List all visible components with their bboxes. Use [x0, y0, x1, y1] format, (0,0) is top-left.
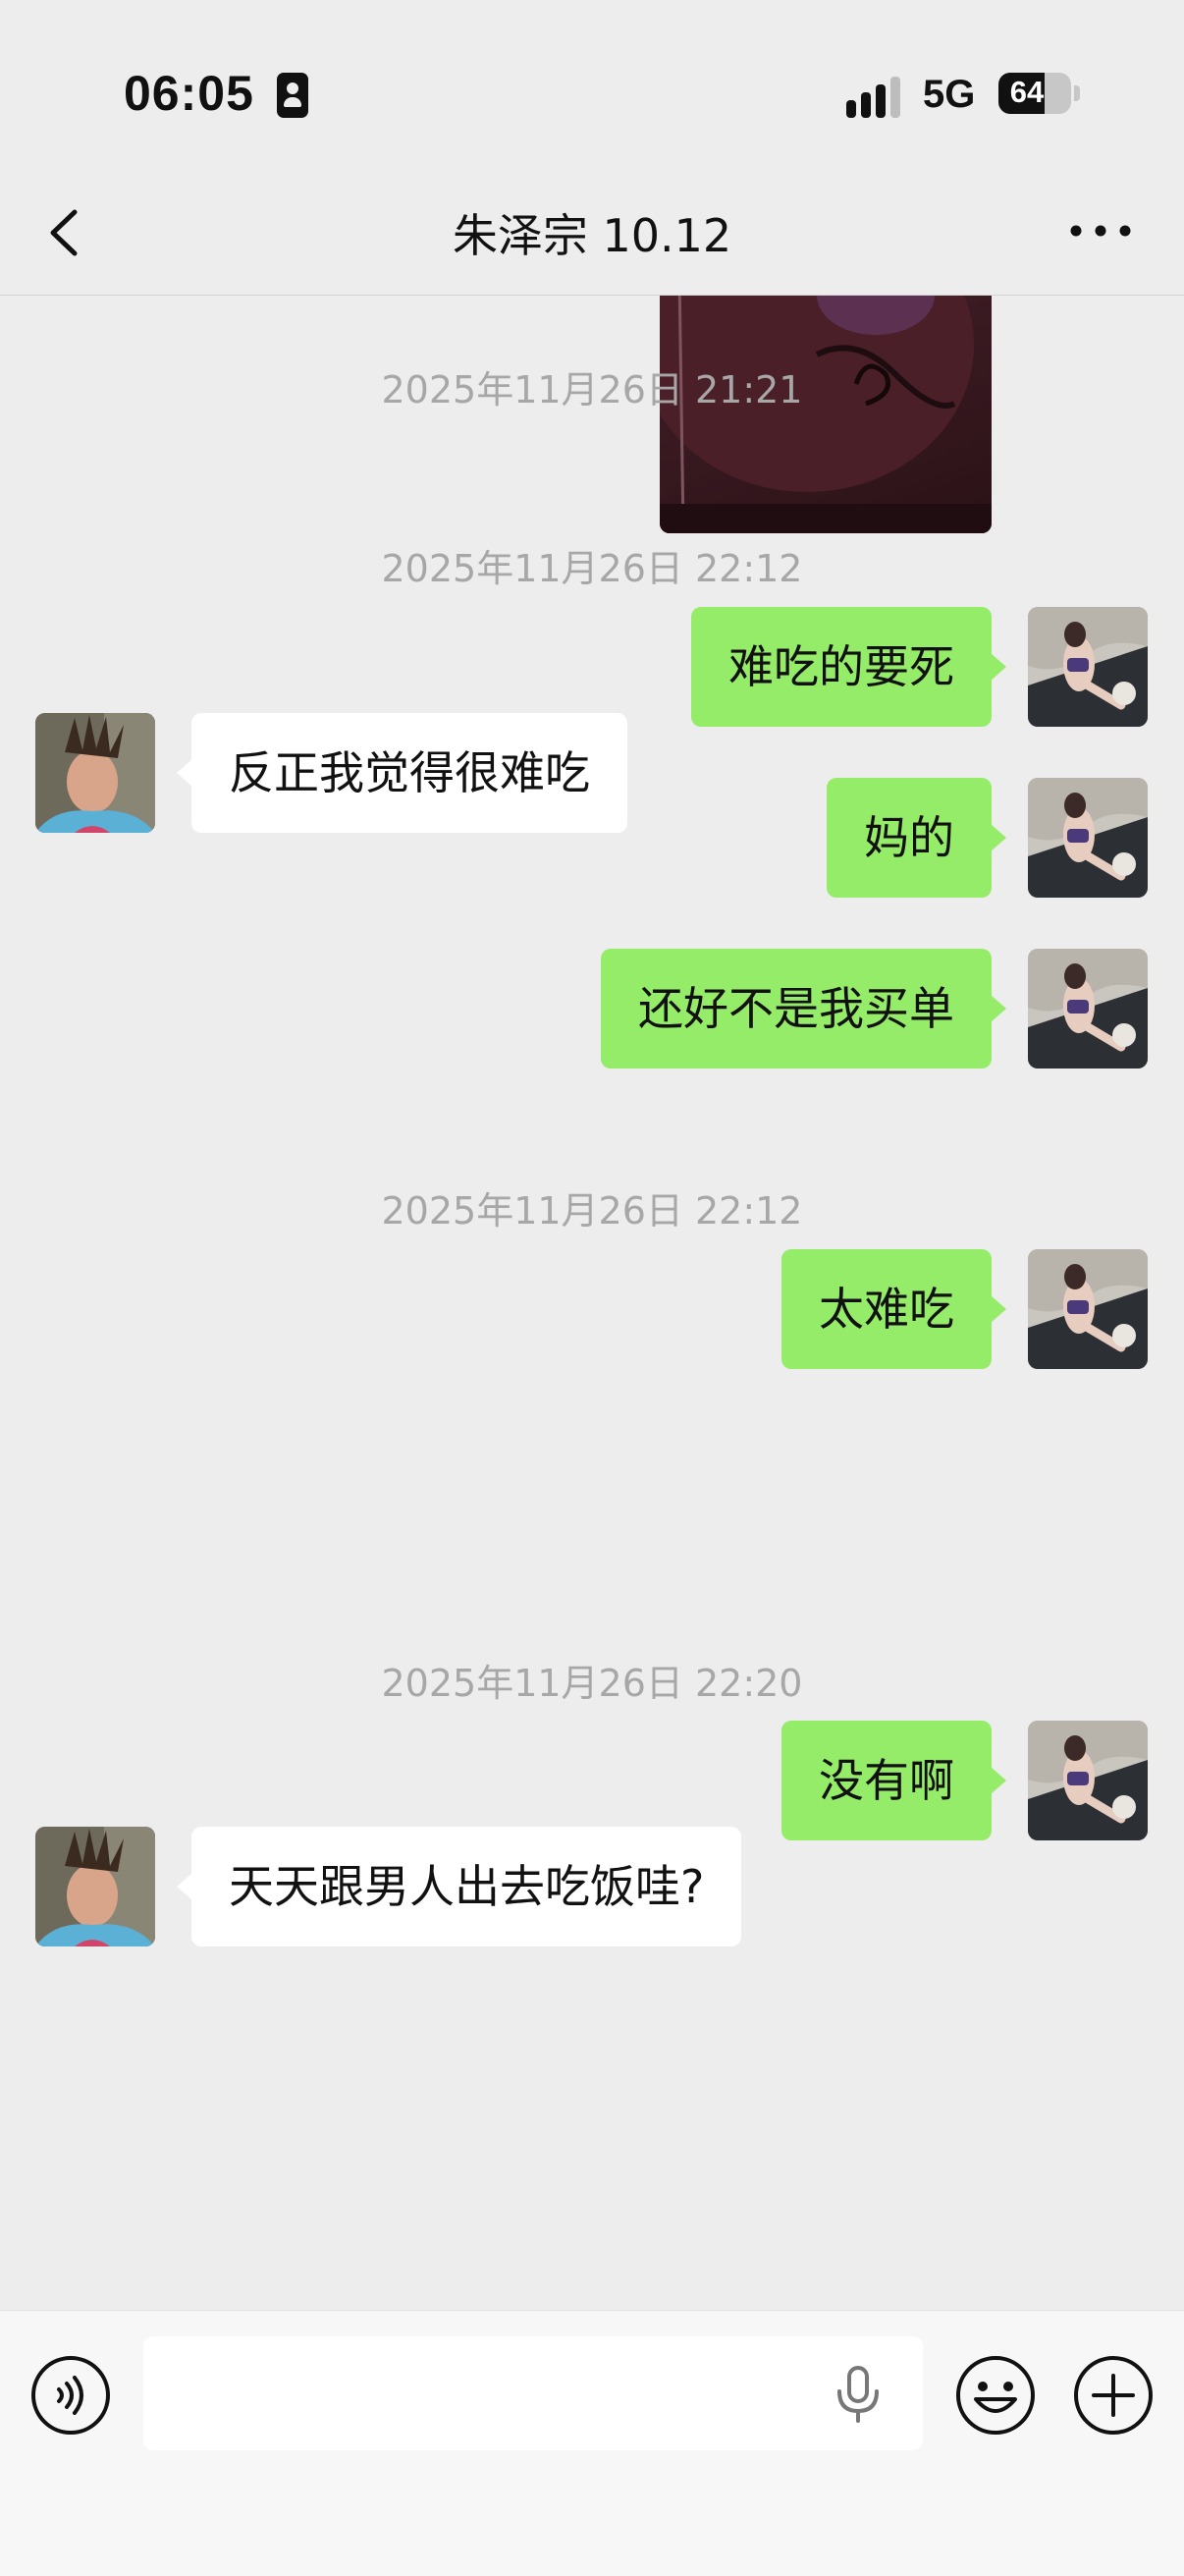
emoji-button[interactable]: [954, 2354, 1037, 2437]
timestamp: 2025年11月26日 22:20: [381, 1662, 803, 1705]
more-functions-button[interactable]: [1072, 2354, 1155, 2437]
status-time: 06:05: [124, 66, 254, 121]
battery-tip: [1074, 85, 1080, 101]
message-input[interactable]: [143, 2336, 923, 2450]
chat-title: 朱泽宗 10.12: [452, 209, 732, 262]
voice-input-button[interactable]: [29, 2354, 112, 2437]
outgoing-message-bubble[interactable]: 没有啊: [781, 1721, 1006, 1840]
plus-icon: [1074, 2356, 1153, 2435]
microphone-icon[interactable]: [831, 2364, 886, 2425]
incoming-message-bubble[interactable]: 反正我觉得很难吃: [177, 713, 627, 833]
input-bar: [0, 2310, 1184, 2576]
more-dots-icon: [1070, 225, 1131, 237]
message-list[interactable]: 2025年11月26日 21:21 反正我觉得很难吃 2025年11月26日 2…: [0, 296, 1184, 2310]
my-avatar[interactable]: [1028, 607, 1148, 727]
image-message[interactable]: [660, 296, 992, 533]
chat-header: 朱泽宗 10.12: [0, 177, 1184, 296]
contact-avatar[interactable]: [35, 713, 155, 833]
emoji-icon: [956, 2356, 1035, 2435]
battery-icon: 64: [998, 73, 1071, 114]
battery-level: 64: [1009, 75, 1045, 109]
incoming-message-bubble[interactable]: 天天跟男人出去吃饭哇?: [176, 1827, 742, 1946]
network-label: 5G: [923, 73, 976, 116]
my-avatar[interactable]: [1028, 778, 1148, 898]
timestamp: 2025年11月26日 21:21: [381, 368, 803, 411]
my-avatar[interactable]: [1028, 949, 1148, 1069]
voice-icon: [31, 2356, 110, 2435]
contact-card-icon: [277, 73, 308, 118]
my-avatar[interactable]: [1028, 1721, 1148, 1840]
outgoing-message-bubble[interactable]: 还好不是我买单: [601, 949, 1006, 1069]
outgoing-message-bubble[interactable]: 妈的: [827, 778, 1006, 898]
outgoing-message-bubble[interactable]: 难吃的要死: [691, 607, 1006, 727]
status-bar: 06:05 5G 64: [0, 0, 1184, 177]
more-options-button[interactable]: [1066, 206, 1135, 255]
my-avatar[interactable]: [1028, 1249, 1148, 1369]
photo-thumbnail: [660, 296, 992, 533]
signal-icon: [846, 77, 901, 118]
outgoing-message-bubble[interactable]: 太难吃: [781, 1249, 1006, 1369]
timestamp: 2025年11月26日 22:12: [381, 547, 803, 590]
contact-avatar[interactable]: [35, 1827, 155, 1946]
timestamp: 2025年11月26日 22:12: [381, 1189, 803, 1233]
